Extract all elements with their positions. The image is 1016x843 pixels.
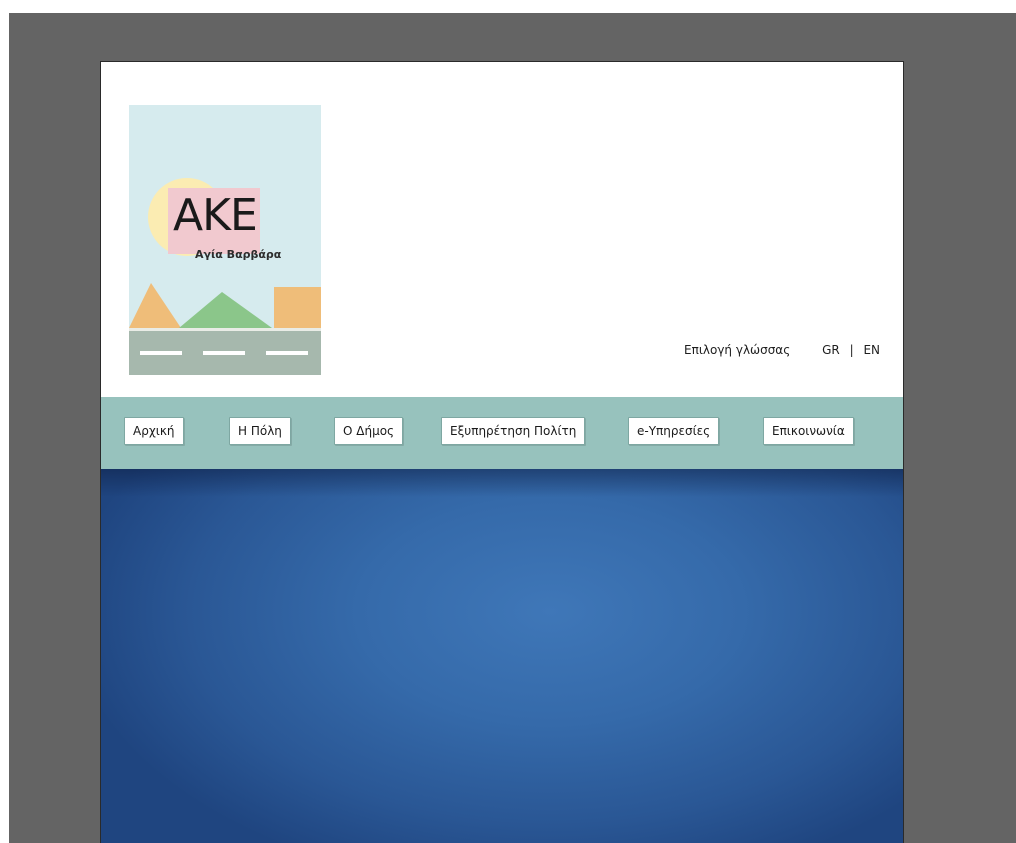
language-label: Επιλογή γλώσσας [684, 343, 791, 357]
nav-city-button[interactable]: Η Πόλη [229, 417, 291, 445]
nav-home-button[interactable]: Αρχική [124, 417, 184, 445]
road-dash [140, 351, 182, 355]
main-navigation: Αρχική Η Πόλη Ο Δήμος Εξυπηρέτηση Πολίτη… [101, 397, 903, 469]
page-header: AKE Αγία Βαρβάρα Επιλογή γλώσσας GR | EN [101, 62, 903, 397]
orange-mountain-shape [129, 283, 181, 328]
nav-citizen-service-button[interactable]: Εξυπηρέτηση Πολίτη [441, 417, 586, 445]
hero-banner [101, 469, 903, 843]
building-shape [274, 287, 321, 328]
language-option-gr[interactable]: GR [822, 343, 840, 357]
road-dash [203, 351, 245, 355]
nav-contact-button[interactable]: Επικοινωνία [763, 417, 854, 445]
nav-municipality-button[interactable]: Ο Δήμος [334, 417, 404, 445]
language-selector: Επιλογή γλώσσας GR | EN [684, 343, 880, 357]
nav-e-services-button[interactable]: e-Υπηρεσίες [628, 417, 720, 445]
road-shape [129, 328, 321, 375]
language-separator: | [849, 343, 854, 357]
language-option-en[interactable]: EN [863, 343, 880, 357]
road-dash [266, 351, 308, 355]
design-canvas: AKE Αγία Βαρβάρα Επιλογή γλώσσας GR | EN [9, 13, 1016, 843]
page-artboard: AKE Αγία Βαρβάρα Επιλογή γλώσσας GR | EN [100, 61, 904, 843]
green-mountain-shape [179, 292, 272, 328]
logo[interactable]: AKE Αγία Βαρβάρα [129, 105, 321, 375]
